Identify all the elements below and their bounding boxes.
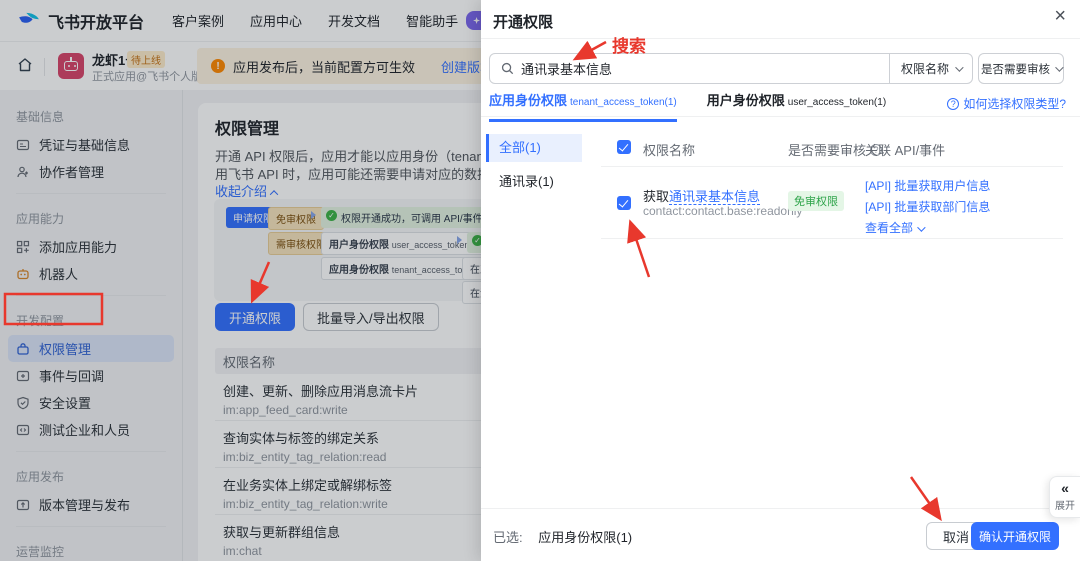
divider: [601, 238, 1063, 239]
permission-row-name: 获取通讯录基本信息: [643, 189, 761, 205]
double-chevron-left-icon: «: [1061, 480, 1069, 496]
related-api-links: [API] 批量获取用户信息 [API] 批量获取部门信息 查看全部: [865, 176, 990, 239]
free-audit-badge: 免审权限: [788, 191, 844, 211]
api-link[interactable]: [API] 批量获取用户信息: [865, 176, 990, 197]
search-field-select[interactable]: 权限名称: [890, 60, 972, 77]
chevron-down-icon: [955, 62, 964, 72]
column-permission-name: 权限名称: [643, 143, 696, 158]
expand-panel-button[interactable]: « 展开: [1049, 476, 1080, 518]
select-all-checkbox[interactable]: [617, 140, 631, 154]
search-group: 权限名称: [489, 53, 973, 84]
view-all-link[interactable]: 查看全部: [865, 218, 990, 239]
search-match-highlight[interactable]: 通讯录基本信息: [669, 189, 761, 205]
category-contacts[interactable]: 通讯录(1): [486, 168, 582, 196]
confirm-open-permission-button[interactable]: 确认开通权限: [970, 522, 1059, 550]
row-checkbox[interactable]: [617, 196, 631, 210]
open-permission-drawer: 开通权限 × 权限名称 是否需要审核 应用身份权限tenant_access_t…: [481, 0, 1080, 561]
divider: [481, 116, 1080, 117]
column-related-api: 关联 API/事件: [865, 143, 946, 158]
modal-overlay[interactable]: [0, 0, 481, 561]
selected-value: 应用身份权限(1): [538, 530, 633, 545]
divider: [481, 38, 1080, 39]
expand-label: 展开: [1055, 501, 1075, 512]
tab-user-permission[interactable]: 用户身份权限 user_access_token(1): [707, 90, 886, 122]
chevron-down-icon: [1055, 62, 1064, 72]
annotation-search-label: 搜索: [612, 37, 646, 56]
audit-filter-select[interactable]: 是否需要审核: [978, 53, 1064, 84]
search-input[interactable]: [521, 61, 889, 76]
chevron-down-icon: [917, 222, 926, 232]
screen: 飞书开放平台 客户案例 应用中心 开发文档 智能助手 AI 开发 龙虾1号 待上…: [0, 0, 1080, 561]
divider: [481, 508, 1080, 509]
api-link[interactable]: [API] 批量获取部门信息: [865, 197, 990, 218]
drawer-tabs: 应用身份权限 tenant_access_token(1) 用户身份权限 user_…: [489, 90, 886, 122]
category-all[interactable]: 全部(1): [486, 134, 582, 162]
question-circle-icon: ?: [947, 97, 960, 110]
close-icon[interactable]: ×: [1054, 6, 1066, 26]
drawer-title: 开通权限: [493, 14, 554, 31]
divider: [601, 166, 1063, 167]
permission-row-code: contact:contact.base:readonly: [643, 204, 803, 218]
tab-tenant-permission[interactable]: 应用身份权限 tenant_access_token(1): [489, 90, 677, 122]
search-icon: [501, 62, 514, 75]
selected-summary: 已选: 应用身份权限(1): [493, 530, 633, 545]
permission-type-help-link[interactable]: ? 如何选择权限类型?: [947, 95, 1066, 112]
